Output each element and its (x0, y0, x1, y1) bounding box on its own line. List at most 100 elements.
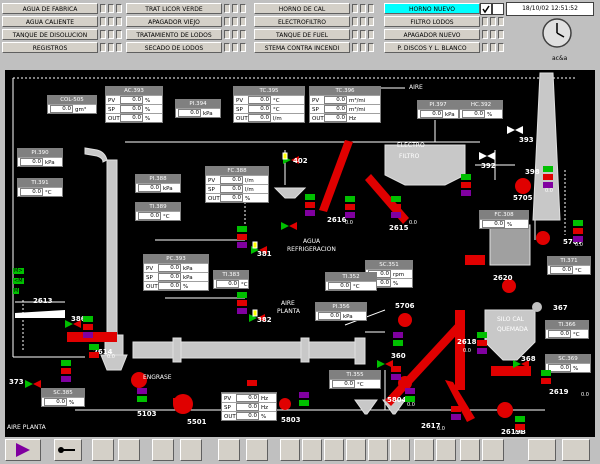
equipment-number[interactable]: 2616 (327, 216, 346, 224)
instrument-panel[interactable]: PI.388 0.0 kPa (135, 174, 181, 193)
toolbar-prev-button[interactable] (368, 439, 388, 461)
equipment-number[interactable]: 5103 (137, 410, 156, 418)
instrument-panel[interactable]: HC.392 0.0% (459, 100, 503, 119)
toolbar-up-arrow[interactable] (324, 439, 344, 461)
equipment-number[interactable]: 402 (293, 157, 308, 165)
nav-button[interactable]: TRATAMIENTO DE LODOS (126, 29, 222, 40)
toolbar-doc-button[interactable] (92, 439, 114, 461)
instrument-panel[interactable]: SC.385 0.0% (41, 388, 85, 407)
toolbar-tool3-button[interactable] (460, 439, 480, 461)
equipment-number[interactable]: 5501 (187, 418, 206, 426)
status-indicator (61, 376, 71, 382)
toolbar-key-button[interactable] (54, 439, 82, 461)
equipment-number[interactable]: 381 (257, 250, 272, 258)
status-indicator (237, 234, 247, 240)
nav-button[interactable]: TRAT LICOR VERDE (126, 3, 222, 14)
equipment-number[interactable]: 382 (257, 316, 272, 324)
instrument-panel[interactable]: PC.393 PV 0.0 kPa SP 0.0 kPa OUT 0.0% (143, 254, 209, 291)
row-value: 0.0 (248, 96, 271, 104)
instrument-panel[interactable]: PI.397 0.0 kPa (417, 100, 459, 119)
toolbar-exit-button[interactable] (562, 439, 590, 461)
instrument-row: PV 0.0 l/m (206, 175, 268, 184)
instrument-panel[interactable]: FC.308 0.0% (479, 210, 529, 229)
instrument-panel[interactable]: SC.369 0.0% (545, 354, 591, 373)
equipment-number[interactable]: 5803 (281, 416, 300, 424)
toolbar-report-button[interactable] (152, 439, 174, 461)
motor-indicator[interactable]: M> (13, 268, 24, 274)
instrument-row: PV 0.0 °C (234, 95, 304, 104)
instrument-panel[interactable]: TI.391 0.0 °C (17, 178, 63, 197)
instrument-panel[interactable]: PI.390 0.0 kPa (17, 148, 63, 167)
instrument-panel[interactable]: TI.383 0.0 °C (213, 270, 249, 289)
nav-item: TRATAMIENTO DE LODOS (126, 29, 250, 40)
nav-button[interactable]: AGUA DE FABRICA (2, 3, 98, 14)
instrument-tag: TI.355 (330, 371, 380, 379)
nav-button[interactable]: TANQUE DE FUEL (254, 29, 350, 40)
toolbar-grid-button[interactable] (246, 439, 268, 461)
instrument-panel[interactable]: COL-505 0.0 gm³ (47, 95, 97, 114)
toolbar-right-arrow[interactable] (302, 439, 322, 461)
instrument-panel[interactable]: TI.371 0.0 °C (547, 256, 591, 275)
equipment-number[interactable]: 368 (521, 355, 536, 363)
instrument-panel[interactable]: TI.352 0.0 °C (325, 272, 377, 291)
nav-button[interactable]: ELECTROFILTRO (254, 16, 350, 27)
equipment-number[interactable]: 2620 (493, 274, 512, 282)
instrument-panel[interactable]: PI.394 0.0 kPa (175, 99, 221, 118)
row-value: 0.0 (548, 364, 571, 372)
toolbar-image-button[interactable] (118, 439, 140, 461)
nav-button[interactable]: SECADO DE LODOS (126, 42, 222, 53)
equipment-number[interactable]: 398 (525, 168, 540, 176)
nav-button[interactable]: STEMA CONTRA INCENDI (254, 42, 350, 53)
equipment-number[interactable]: 373 (9, 378, 24, 386)
nav-button[interactable]: REGISTROS (2, 42, 98, 53)
nav-button[interactable]: HORNO NUEVO (384, 3, 480, 14)
nav-button[interactable]: APAGADOR NUEVO (384, 29, 480, 40)
page-icon[interactable] (492, 3, 504, 15)
equipment-number[interactable]: 5804 (387, 396, 406, 404)
status-indicator (237, 292, 247, 298)
toolbar-play-button[interactable] (5, 439, 41, 461)
status-indicator (391, 374, 401, 380)
row-key: OUT (146, 283, 158, 290)
equipment-number[interactable]: 5705 (513, 194, 532, 202)
instrument-panel[interactable]: AC.393 PV 0.0% SP 0.0% OUT 0.0% (105, 86, 163, 123)
instrument-panel[interactable]: TC.395 PV 0.0 °C SP 0.0 °C OUT 0.0 l/m (233, 86, 305, 123)
equipment-number[interactable]: 2618 (457, 338, 476, 346)
equipment-number[interactable]: 360 (391, 352, 406, 360)
toolbar-tool2-button[interactable] (436, 439, 456, 461)
instrument-panel[interactable]: TI.355 0.0 °C (329, 370, 381, 389)
instrument-panel[interactable]: FC.388 PV 0.0 l/m SP 0.0 l/m OUT 0.0% (205, 166, 269, 203)
instrument-row: SP 0.0 °C (234, 104, 304, 113)
equipment-number[interactable]: 393 (519, 136, 534, 144)
equipment-number[interactable]: 392 (481, 162, 496, 170)
nav-button[interactable]: TANQUE DE DISOLUCION (2, 29, 98, 40)
toolbar-trend-button[interactable] (180, 439, 202, 461)
toolbar-window-button[interactable] (218, 439, 240, 461)
nav-button[interactable]: P. DISCOS Y L. BLANCO (384, 42, 480, 53)
instrument-panel[interactable]: TI.366 0.0 °C (545, 320, 589, 339)
nav-button[interactable]: FILTRO LODOS (384, 16, 480, 27)
check-icon[interactable] (480, 3, 492, 15)
toolbar-tool5-button[interactable] (528, 439, 556, 461)
equipment-number[interactable]: 2613 (33, 297, 52, 305)
nav-button[interactable]: HORNO DE CAL (254, 3, 350, 14)
motor-indicator[interactable]: <M (13, 278, 24, 284)
row-unit: kPa (203, 110, 213, 117)
motor-indicator[interactable]: M (13, 288, 20, 294)
instrument-panel[interactable]: TI.389 0.0 °C (135, 202, 181, 221)
equipment-number[interactable]: 5706 (395, 302, 414, 310)
equipment-number[interactable]: 2615 (389, 224, 408, 232)
toolbar-next-button[interactable] (390, 439, 410, 461)
instrument-panel[interactable]: TC.396 PV 0.0 m³/mi SP 0.0 m³/mi OUT 0.0 Hz (309, 86, 381, 123)
toolbar-tool4-button[interactable] (482, 439, 504, 461)
toolbar-tool1-button[interactable] (414, 439, 434, 461)
equipment-number[interactable]: 2619 (549, 388, 568, 396)
instrument-panel[interactable]: PV 0.0 Hz SP 0.0 Hz OUT 0.0% (221, 392, 277, 421)
nav-button[interactable]: AGUA CALIENTE (2, 16, 98, 27)
nav-button[interactable]: APAGADOR VIEJO (126, 16, 222, 27)
equipment-number[interactable]: 367 (553, 304, 568, 312)
row-unit: °C (241, 281, 248, 288)
toolbar-down-arrow[interactable] (346, 439, 366, 461)
instrument-panel[interactable]: PI.356 0.0 kPa (315, 302, 367, 321)
toolbar-left-arrow[interactable] (280, 439, 300, 461)
